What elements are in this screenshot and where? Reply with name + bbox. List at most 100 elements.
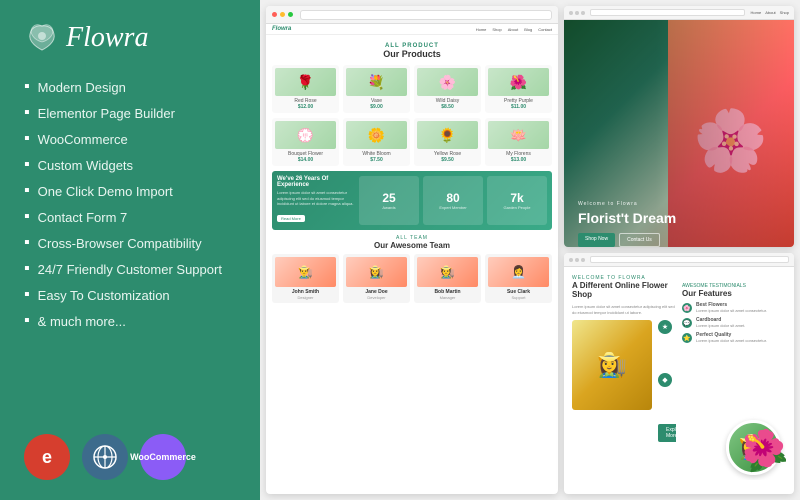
feature-item-9: Easy To Customization: [24, 286, 236, 304]
nav-blog: Blog: [524, 27, 532, 32]
mini-url-b: [590, 256, 789, 263]
feature-item-4: Custom Widgets: [24, 156, 236, 174]
woocommerce-badge: WooCommerce: [140, 434, 186, 480]
mini-dot-2: [575, 11, 579, 15]
product-img-2: 💐: [346, 68, 407, 96]
feature-item-3: WooCommerce: [24, 130, 236, 148]
product-card-7: 🌻 Yellow Rose $9.50: [414, 118, 481, 166]
hero-overlay: Welcome to Flowra Florist't Dream Shop N…: [564, 20, 794, 247]
screenshot-hero: Home About Shop 🌸 Welcome to Flowra Flor…: [564, 6, 794, 247]
right-panel: Flowra Home Shop About Blog Contact All …: [260, 0, 800, 500]
team-avatar-2: 👩‍🌾: [346, 257, 407, 287]
product-grid-row1: 🌹 Red Rose $12.00 💐 Vase $9.00 🌸 Wild Da…: [272, 65, 552, 113]
our-team-icon: ◆: [658, 373, 672, 387]
mini-url: [590, 9, 745, 16]
sc-section-main: Our Products: [272, 49, 552, 59]
stats-section: We've 26 Years Of Experience Lorem ipsum…: [272, 171, 552, 230]
feature-item-7: Cross-Browser Compatibility: [24, 234, 236, 252]
stat-box-1: 25 Awards: [359, 176, 419, 225]
team-section: All Team Our Awesome Team 👨‍🌾 John Smith…: [272, 235, 552, 303]
quality-icon: ⭐: [682, 333, 692, 343]
product-img-3: 🌸: [417, 68, 478, 96]
team-avatar-1: 👨‍🌾: [275, 257, 336, 287]
mini-nav-shop: Shop: [780, 10, 789, 15]
close-dot: [272, 12, 277, 17]
logo-text: Flowra: [66, 22, 148, 54]
team-avatar-4: 👩‍💼: [488, 257, 549, 287]
product-img-5: 💮: [275, 121, 336, 149]
mini-nav: Home About Shop: [751, 10, 789, 15]
stats-read-more-btn[interactable]: Read More: [277, 215, 305, 222]
logo-icon: [24, 20, 60, 56]
team-card-2: 👩‍🌾 Jane Doe Developer: [343, 254, 410, 303]
product-card-5: 💮 Bouquet Flower $14.00: [272, 118, 339, 166]
quality-text: Perfect Quality Lorem ipsum dolor sit am…: [696, 332, 767, 344]
left-panel: Flowra Modern Design Elementor Page Buil…: [0, 0, 260, 500]
mini-dot-b3: [581, 258, 585, 262]
cardboard-icon: 💬: [682, 318, 692, 328]
explore-more-btn[interactable]: Explore More: [658, 424, 676, 442]
feature-items: 🌸 Best Flowers Lorem ipsum dolor sit ame…: [682, 302, 786, 344]
hero-shop-btn[interactable]: Shop Now: [578, 233, 615, 247]
product-img-8: 🪷: [488, 121, 549, 149]
best-flowers-text: Best Flowers Lorem ipsum dolor sit amet …: [696, 302, 767, 314]
br-content: Welcome To Flowra A Different Online Flo…: [564, 267, 794, 494]
stat-box-2: 80 Expert Member: [423, 176, 483, 225]
mini-browser-bar-top: Home About Shop: [564, 6, 794, 20]
shop-desc: Lorem ipsum dolor sit amet consectetur a…: [572, 304, 676, 315]
team-avatar-3: 🧑‍🌾: [417, 257, 478, 287]
hero-subtitle: Welcome to Flowra: [578, 201, 780, 207]
mini-dot-b1: [569, 258, 573, 262]
feature-item-2: Elementor Page Builder: [24, 104, 236, 122]
stat-box-3: 7k Garden People: [487, 176, 547, 225]
browser-url: [300, 10, 552, 20]
our-passion-icon: ★: [658, 320, 672, 334]
mini-dot-1: [569, 11, 573, 15]
mini-dot-b2: [575, 258, 579, 262]
product-card-6: 🌼 White Bloom $7.50: [343, 118, 410, 166]
product-img-7: 🌻: [417, 121, 478, 149]
team-card-1: 👨‍🌾 John Smith Designer: [272, 254, 339, 303]
nav-shop: Shop: [492, 27, 501, 32]
product-card-8: 🪷 My Florens $13.00: [485, 118, 552, 166]
shop-section: Welcome To Flowra A Different Online Flo…: [572, 275, 676, 480]
product-card-4: 🌺 Pretty Purple $11.00: [485, 65, 552, 113]
feature-item-8: 24/7 Friendly Customer Support: [24, 260, 236, 278]
screenshot-logo: Flowra: [272, 26, 291, 32]
mini-browser-bar-bottom: [564, 253, 794, 267]
shop-item-2: ◆ Our Team Lorem ipsum dolor sit amet co…: [658, 373, 676, 414]
product-card-1: 🌹 Red Rose $12.00: [272, 65, 339, 113]
stats-text: We've 26 Years Of Experience Lorem ipsum…: [277, 176, 355, 225]
product-card-3: 🌸 Wild Daisy $8.50: [414, 65, 481, 113]
mini-nav-home: Home: [751, 10, 762, 15]
logo-area: Flowra: [24, 20, 236, 56]
feature-item-10: & much more...: [24, 312, 236, 330]
hero-contact-btn[interactable]: Contact Us: [619, 233, 660, 247]
wordpress-badge: [82, 434, 128, 480]
badge-row: e WooCommerce: [24, 434, 236, 480]
shop-image: 👩‍🌾: [572, 320, 652, 410]
nav-about: About: [508, 27, 518, 32]
feature-1: 🌸 Best Flowers Lorem ipsum dolor sit ame…: [682, 302, 786, 314]
feature-item-6: Contact Form 7: [24, 208, 236, 226]
feature-item-5: One Click Demo Import: [24, 182, 236, 200]
browser-bar: [266, 6, 558, 24]
best-flowers-icon: 🌸: [682, 303, 692, 313]
shop-items: ★ Our Passion Lorem ipsum dolor sit amet…: [658, 320, 676, 442]
hero-buttons: Shop Now Contact Us: [578, 233, 780, 247]
maximize-dot: [288, 12, 293, 17]
team-card-3: 🧑‍🌾 Bob Martin Manager: [414, 254, 481, 303]
screenshot-left: Flowra Home Shop About Blog Contact All …: [266, 6, 558, 494]
team-grid: 👨‍🌾 John Smith Designer 👩‍🌾 Jane Doe Dev…: [272, 254, 552, 303]
screenshot-features: Welcome To Flowra A Different Online Flo…: [564, 253, 794, 494]
screenshot-nav: Flowra Home Shop About Blog Contact: [266, 24, 558, 35]
shop-item-1: ★ Our Passion Lorem ipsum dolor sit amet…: [658, 320, 676, 367]
product-grid-row2: 💮 Bouquet Flower $14.00 🌼 White Bloom $7…: [272, 118, 552, 166]
nav-contact: Contact: [538, 27, 552, 32]
product-img-6: 🌼: [346, 121, 407, 149]
mini-dot-3: [581, 11, 585, 15]
screenshot-right: Home About Shop 🌸 Welcome to Flowra Flor…: [564, 6, 794, 494]
minimize-dot: [280, 12, 285, 17]
product-img-1: 🌹: [275, 68, 336, 96]
feature-item-1: Modern Design: [24, 78, 236, 96]
